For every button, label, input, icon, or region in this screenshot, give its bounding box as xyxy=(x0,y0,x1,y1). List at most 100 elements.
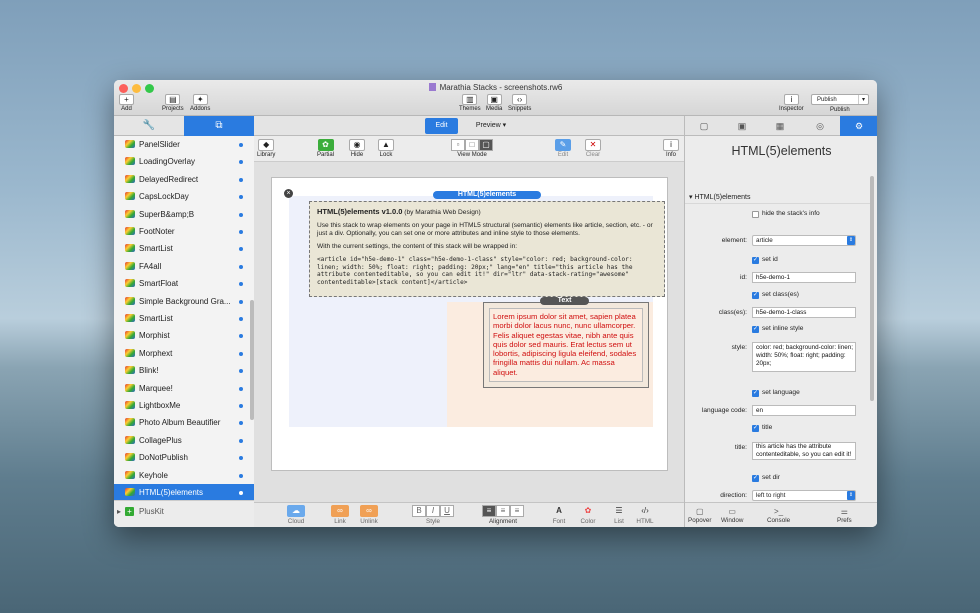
title-checkbox[interactable]: ✓ xyxy=(752,425,759,432)
sidebar-item[interactable]: SmartList xyxy=(114,240,254,257)
info-button[interactable]: i Info xyxy=(663,139,679,158)
edit-mode-button[interactable]: Edit xyxy=(425,118,458,134)
info-description: Use this stack to wrap elements on your … xyxy=(317,222,653,237)
hide-info-checkbox[interactable] xyxy=(752,211,759,218)
sidebar-item[interactable]: DoNotPublish xyxy=(114,449,254,466)
element-select[interactable]: article ⇕ xyxy=(752,235,856,246)
tab-page-icon[interactable]: ▢ xyxy=(685,116,723,136)
snippets-button[interactable]: ‹› Snippets xyxy=(508,94,531,112)
sidebar-item[interactable]: CapsLockDay xyxy=(114,188,254,205)
align-right-icon[interactable]: ≡ xyxy=(510,505,524,517)
stack-icon xyxy=(125,435,135,444)
text-content[interactable]: Lorem ipsum dolor sit amet, sapien plate… xyxy=(489,308,643,382)
link-button[interactable]: ∞ Link xyxy=(331,505,349,525)
language-field[interactable]: en xyxy=(752,405,856,416)
view-mode-3-icon[interactable]: ▢ xyxy=(479,139,493,151)
unlink-button[interactable]: ∞ Unlink xyxy=(360,505,378,525)
cloud-button[interactable]: ☁ Cloud xyxy=(287,505,305,525)
disclosure-triangle-icon[interactable]: ▾ xyxy=(689,194,693,201)
popover-button[interactable]: ▢ Popover xyxy=(688,507,711,524)
sidebar-item[interactable]: Simple Background Gra... xyxy=(114,293,254,310)
projects-button[interactable]: ▤ Projects xyxy=(162,94,184,112)
library-button[interactable]: ◆ Library xyxy=(257,139,275,158)
class-field[interactable]: h5e-demo-1-class xyxy=(752,307,856,318)
sidebar-item[interactable]: Photo Album Beautifier xyxy=(114,414,254,431)
set-language-checkbox[interactable]: ✓ xyxy=(752,390,759,397)
direction-select[interactable]: left to right ⇕ xyxy=(752,490,856,501)
tab-global-icon[interactable]: ◎ xyxy=(801,116,839,136)
set-style-checkbox[interactable]: ✓ xyxy=(752,326,759,333)
tab-stacks[interactable]: ⧉ xyxy=(184,116,254,136)
media-icon: ▣ xyxy=(486,94,502,105)
sidebar-item[interactable]: CollagePlus xyxy=(114,432,254,449)
id-field[interactable]: h5e-demo-1 xyxy=(752,272,856,283)
inspector-section-header[interactable]: ▾ HTML(5)elements xyxy=(685,191,871,204)
set-dir-checkbox[interactable]: ✓ xyxy=(752,475,759,482)
chevron-down-icon[interactable]: ▾ xyxy=(858,95,868,104)
font-button[interactable]: A Font xyxy=(550,505,568,525)
sidebar-item-label: CapsLockDay xyxy=(139,192,189,202)
close-stack-icon[interactable]: × xyxy=(284,189,293,198)
tab-stack-settings-icon[interactable]: ⚙ xyxy=(840,116,877,136)
tab-layout-icon[interactable]: ▣ xyxy=(723,116,761,136)
sidebar-item[interactable]: DelayedRedirect xyxy=(114,171,254,188)
add-button[interactable]: + Add xyxy=(119,94,134,112)
lock-button[interactable]: ▲ Lock xyxy=(378,139,394,158)
color-button[interactable]: ✿ Color xyxy=(579,505,597,525)
prefs-button[interactable]: ⚌ Prefs xyxy=(837,507,852,524)
title-field[interactable]: this article has the attribute contented… xyxy=(752,442,856,460)
disclosure-icon[interactable]: ▸ xyxy=(117,507,121,516)
tab-tools[interactable]: 🔧 xyxy=(114,116,184,136)
partial-button[interactable]: ✿ Partial xyxy=(317,139,334,158)
prefs-sliders-icon: ⚌ xyxy=(840,507,848,516)
view-mode-2-icon[interactable]: □ xyxy=(465,139,479,151)
pluskit-group[interactable]: ▸ + PlusKit xyxy=(114,500,254,527)
sidebar-item[interactable]: Morphist xyxy=(114,327,254,344)
italic-button[interactable]: I xyxy=(426,505,440,517)
media-button[interactable]: ▣ Media xyxy=(486,94,502,112)
inspector-scrollbar[interactable] xyxy=(870,176,874,401)
sidebar-item[interactable]: SuperB&amp;B xyxy=(114,206,254,223)
sidebar-item[interactable]: FootNoter xyxy=(114,223,254,240)
themes-button[interactable]: ▥ Themes xyxy=(459,94,481,112)
text-stack[interactable]: Lorem ipsum dolor sit amet, sapien plate… xyxy=(483,302,649,388)
addons-button[interactable]: ✦ Addons xyxy=(190,94,210,112)
tab-grid-icon[interactable]: ▦ xyxy=(761,116,799,136)
sidebar-item[interactable]: Marquee! xyxy=(114,380,254,397)
clear-button[interactable]: ✕ Clear xyxy=(585,139,601,158)
set-id-checkbox[interactable]: ✓ xyxy=(752,257,759,264)
view-mode-1-icon[interactable]: ▫ xyxy=(451,139,465,151)
hide-button[interactable]: ◉ Hide xyxy=(349,139,365,158)
sidebar-item[interactable]: HTML(5)elements xyxy=(114,484,254,502)
publish-button[interactable]: Publish ▾ xyxy=(811,94,869,105)
inspector-button[interactable]: i Inspector xyxy=(779,94,804,112)
html-button[interactable]: ‹/› HTML xyxy=(636,505,654,525)
page-canvas[interactable]: × HTML(5)elements HTML(5)elements v1.0.0… xyxy=(271,177,668,471)
sidebar-item[interactable]: SmartFloat xyxy=(114,275,254,292)
sidebar-tabs: 🔧 ⧉ xyxy=(114,116,254,136)
list-button[interactable]: ☰ List xyxy=(610,505,628,525)
text-stack-badge[interactable]: Text xyxy=(540,297,589,305)
sidebar-item-label: Simple Background Gra... xyxy=(139,296,231,306)
sidebar-item[interactable]: FA4all xyxy=(114,258,254,275)
edit-button[interactable]: ✎ Edit xyxy=(555,139,571,158)
underline-button[interactable]: U xyxy=(440,505,454,517)
align-center-icon[interactable]: ≡ xyxy=(496,505,510,517)
sidebar-item[interactable]: Morphext xyxy=(114,345,254,362)
style-field[interactable]: color: red; background-color: linen; wid… xyxy=(752,342,856,372)
bold-button[interactable]: B xyxy=(412,505,426,517)
sidebar-item[interactable]: PanelSlider xyxy=(114,136,254,153)
sidebar-item[interactable]: Blink! xyxy=(114,362,254,379)
window-button[interactable]: ▭ Window xyxy=(721,507,743,524)
stack-name-badge[interactable]: HTML(5)elements xyxy=(433,191,541,199)
status-dot-icon xyxy=(239,369,243,374)
sidebar-item[interactable]: LightboxMe xyxy=(114,397,254,414)
set-class-checkbox[interactable]: ✓ xyxy=(752,292,759,299)
view-mode-control[interactable]: ▫ □ ▢ View Mode xyxy=(433,139,511,158)
align-left-icon[interactable]: ≡ xyxy=(482,505,496,517)
sidebar-item[interactable]: Keyhole xyxy=(114,467,254,484)
preview-mode-button[interactable]: Preview ▾ xyxy=(466,118,516,134)
sidebar-item[interactable]: LoadingOverlay xyxy=(114,153,254,170)
sidebar-item[interactable]: SmartList xyxy=(114,310,254,327)
console-button[interactable]: >_ Console xyxy=(767,507,790,524)
